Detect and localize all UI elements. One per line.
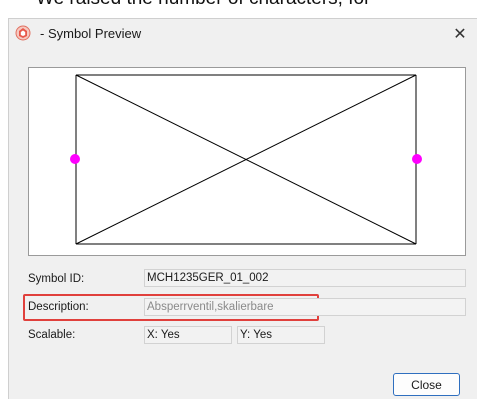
description-field[interactable]: Absperrventil,skalierbare	[144, 298, 466, 316]
symbol-preview-dialog: - Symbol Preview ✕ Symbol ID: MCH1235GER…	[8, 18, 477, 399]
symbol-id-field[interactable]: MCH1235GER_01_002	[144, 269, 466, 287]
window-title: - Symbol Preview	[40, 26, 142, 41]
symbol-drawing	[70, 74, 422, 245]
scalable-x-field[interactable]: X: Yes	[144, 326, 232, 344]
scalable-label: Scalable:	[28, 329, 76, 341]
scalable-y-field[interactable]: Y: Yes	[237, 326, 325, 344]
symbol-preview-canvas	[28, 67, 466, 256]
valve-symbol-outline	[75, 74, 417, 245]
close-button[interactable]: Close	[393, 373, 460, 396]
connection-point-left	[70, 154, 80, 164]
description-label: Description:	[28, 301, 89, 313]
symbol-id-label: Symbol ID:	[28, 273, 85, 285]
background-document-strip: We raised the number of characters, for	[0, 0, 477, 18]
title-bar[interactable]: - Symbol Preview ✕	[9, 19, 477, 49]
background-document-text: We raised the number of characters, for	[36, 0, 370, 10]
connection-point-right	[412, 154, 422, 164]
close-icon[interactable]: ✕	[443, 19, 477, 49]
app-logo-icon	[15, 25, 31, 41]
